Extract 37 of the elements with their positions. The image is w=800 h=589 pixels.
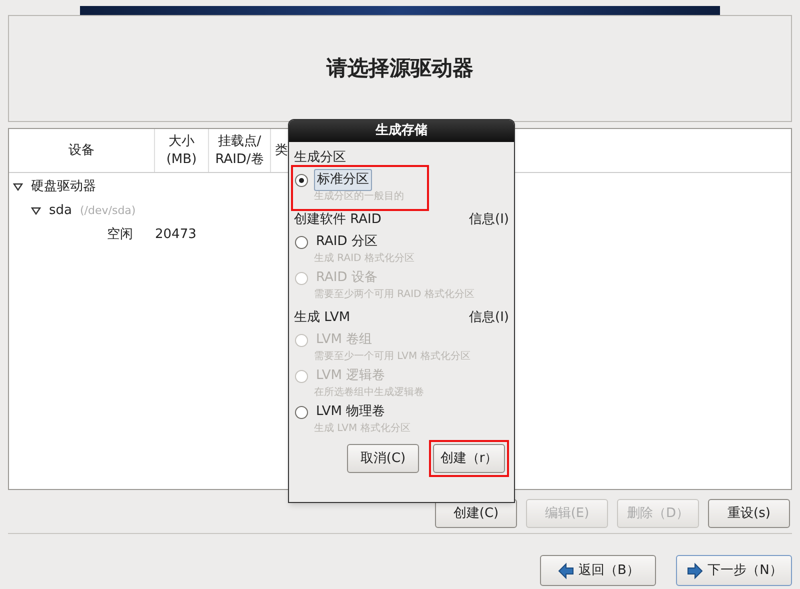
option-label[interactable]: 标准分区 bbox=[314, 169, 372, 191]
radio-button[interactable] bbox=[295, 406, 308, 418]
device-path: (/dev/sda) bbox=[80, 202, 136, 219]
option-description: 生成分区的一般目的 bbox=[313, 190, 405, 204]
option-description: 需要至少两个可用 RAID 格式化分区 bbox=[313, 288, 476, 302]
section-heading: 创建软件 RAID bbox=[294, 211, 382, 230]
column-header[interactable]: 挂载点/ RAID/卷 bbox=[215, 132, 264, 168]
option-label[interactable]: RAID 分区 bbox=[314, 232, 380, 252]
device-name: 空闲 bbox=[107, 226, 133, 244]
option-label[interactable]: LVM 物理卷 bbox=[314, 402, 388, 422]
back-arrow-icon bbox=[556, 562, 575, 580]
forward-arrow-icon bbox=[686, 562, 704, 580]
column-header[interactable]: 大小 (MB) bbox=[166, 132, 197, 168]
option-description: 需要至少一个可用 LVM 格式化分区 bbox=[313, 350, 472, 364]
action-button[interactable]: 重设(s) bbox=[708, 499, 790, 528]
column-header[interactable]: 设备 bbox=[68, 142, 94, 160]
size-cell-text: 20473 bbox=[155, 226, 196, 244]
expander-icon[interactable] bbox=[31, 207, 41, 215]
back-button[interactable]: 返回（B） bbox=[540, 555, 656, 586]
dialog-title: 生成存储 bbox=[376, 122, 428, 140]
expander-icon[interactable] bbox=[13, 183, 23, 191]
column-header[interactable]: 类 bbox=[275, 142, 288, 160]
dialog-button[interactable]: 取消(C) bbox=[347, 444, 419, 473]
device-name: sda bbox=[49, 202, 72, 220]
dialog-button[interactable]: 创建（r） bbox=[433, 444, 505, 473]
page-title: 请选择源驱动器 bbox=[326, 54, 474, 82]
option-description: 生成 LVM 格式化分区 bbox=[313, 422, 412, 436]
device-name: 硬盘驱动器 bbox=[31, 178, 96, 196]
option-description: 生成 RAID 格式化分区 bbox=[313, 252, 416, 266]
radio-button[interactable] bbox=[295, 236, 308, 248]
info-link[interactable]: 信息(I) bbox=[469, 210, 509, 230]
option-description: 在所选卷组中生成逻辑卷 bbox=[313, 386, 425, 400]
radio-button[interactable] bbox=[295, 174, 308, 186]
section-heading: 生成分区 bbox=[294, 149, 346, 168]
next-button[interactable]: 下一步（N） bbox=[676, 555, 792, 586]
info-link[interactable]: 信息(I) bbox=[469, 308, 509, 328]
section-heading: 生成 LVM bbox=[294, 309, 350, 328]
